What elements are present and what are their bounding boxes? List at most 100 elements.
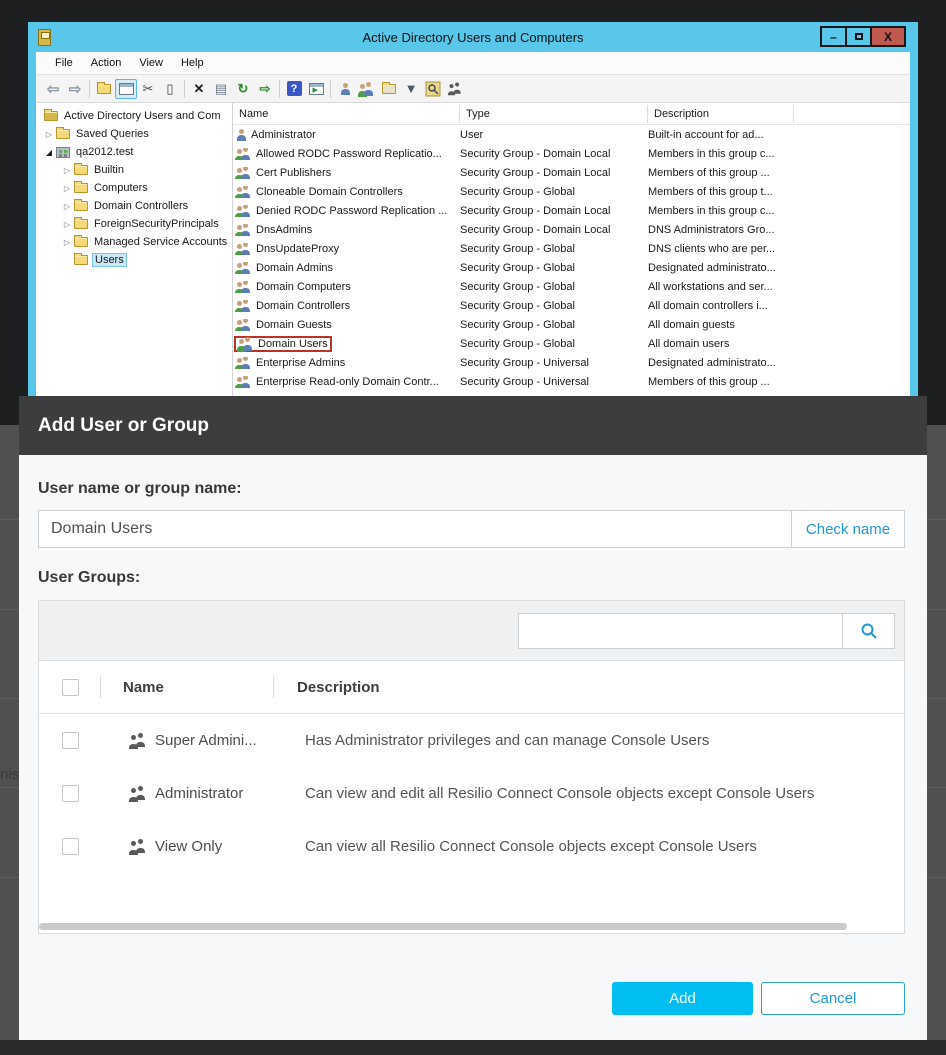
group-row-super-administrator[interactable]: Super Admini... Has Administrator privil… [39,714,904,767]
table-row-domain-users[interactable]: Domain Users Security Group - Global All… [233,334,910,353]
table-row[interactable]: Denied RODC Password Replication ... Sec… [233,201,910,220]
groups-table-header: Name Description [39,661,904,714]
group-icon [130,734,147,747]
find-icon[interactable] [422,79,444,99]
group-glyph [448,83,462,93]
tree-item-domain[interactable]: ◢ qa2012.test [36,143,232,161]
folder-glyph [97,84,111,94]
close-button[interactable]: X [870,26,906,47]
add-user-or-group-dialog: Add User or Group User name or group nam… [19,396,927,1040]
search-button[interactable] [842,614,894,648]
show-console-tree-icon[interactable] [115,79,137,99]
row-checkbox[interactable] [62,732,79,749]
folder-icon [56,129,70,139]
table-row[interactable]: Domain Guests Security Group - Global Al… [233,315,910,334]
table-row[interactable]: Domain Admins Security Group - Global De… [233,258,910,277]
expander-collapsed-icon[interactable]: ▷ [62,166,72,175]
expander-collapsed-icon[interactable]: ▷ [62,220,72,229]
expander-collapsed-icon[interactable]: ▷ [62,202,72,211]
tree-item-builtin[interactable]: ▷ Builtin [36,161,232,179]
group-icon [236,319,252,331]
delete-icon[interactable]: ✕ [188,79,210,99]
horizontal-scrollbar[interactable] [39,923,847,930]
expander-expanded-icon[interactable]: ◢ [44,148,54,157]
table-row[interactable]: Allowed RODC Password Replicatio... Secu… [233,144,910,163]
group-icon [130,787,147,800]
group-icon [236,262,252,274]
toolbar-separator [330,80,331,98]
special-group-icon[interactable] [444,79,466,99]
refresh-icon[interactable]: ↻ [232,79,254,99]
table-row[interactable]: DnsAdmins Security Group - Domain Local … [233,220,910,239]
export-glyph: ⇨ [260,81,271,97]
column-header-description[interactable]: Description [648,105,794,123]
group-icon [236,357,252,369]
tree-item-saved-queries[interactable]: ▷ Saved Queries [36,125,232,143]
check-name-button[interactable]: Check name [791,511,904,547]
search-icon [859,621,879,641]
new-ou-icon[interactable] [378,79,400,99]
maximize-icon [855,33,863,40]
table-row[interactable]: DnsUpdateProxy Security Group - Global D… [233,239,910,258]
group-row-administrator[interactable]: Administrator Can view and edit all Resi… [39,767,904,820]
new-user-icon[interactable] [334,79,356,99]
column-header-type[interactable]: Type [460,105,648,123]
object-list-pane: Name Type Description Administrator User… [233,103,910,401]
folder-icon [74,219,88,229]
tree-item-root[interactable]: Active Directory Users and Com [36,107,232,125]
groups-column-description: Description [274,679,380,696]
tree-item-managed-service-accounts[interactable]: ▷ Managed Service Accounts [36,233,232,251]
table-row[interactable]: Cloneable Domain Controllers Security Gr… [233,182,910,201]
dialog-title: Add User or Group [19,396,927,455]
domain-icon [56,147,70,158]
table-row[interactable]: Administrator User Built-in account for … [233,125,910,144]
tree-item-domain-controllers[interactable]: ▷ Domain Controllers [36,197,232,215]
refresh-glyph: ↻ [238,81,249,97]
search-input[interactable] [519,614,842,648]
up-one-level-icon[interactable] [93,79,115,99]
table-row[interactable]: Cert Publishers Security Group - Domain … [233,163,910,182]
forward-icon[interactable]: ⇨ [64,79,86,99]
tree-item-computers[interactable]: ▷ Computers [36,179,232,197]
menu-file[interactable]: File [46,57,82,69]
cut-icon[interactable]: ✂ [137,79,159,99]
view-pane-icon[interactable] [305,79,327,99]
maximize-button[interactable] [845,26,872,47]
properties-icon[interactable]: ▤ [210,79,232,99]
dialog-actions: Add Cancel [612,982,905,1015]
column-header-name[interactable]: Name [233,105,460,123]
tree-item-users[interactable]: Users [36,251,232,269]
menu-view[interactable]: View [130,57,172,69]
minimize-button[interactable]: – [820,26,847,47]
filter-icon[interactable]: ▼ [400,79,422,99]
select-all-checkbox[interactable] [62,679,79,696]
row-checkbox[interactable] [62,838,79,855]
row-checkbox[interactable] [62,785,79,802]
expander-collapsed-icon[interactable]: ▷ [44,130,54,139]
group-icon [236,167,252,179]
expander-collapsed-icon[interactable]: ▷ [62,184,72,193]
table-row[interactable]: Domain Computers Security Group - Global… [233,277,910,296]
menu-action[interactable]: Action [82,57,131,69]
paste-icon[interactable]: ▯ [159,79,181,99]
new-group-icon[interactable] [356,79,378,99]
window-titlebar[interactable]: Active Directory Users and Computers – X [36,22,910,52]
menu-help[interactable]: Help [172,57,213,69]
back-icon[interactable]: ⇦ [42,79,64,99]
table-row[interactable]: Enterprise Admins Security Group - Unive… [233,353,910,372]
group-row-view-only[interactable]: View Only Can view all Resilio Connect C… [39,820,904,873]
table-row[interactable]: Domain Controllers Security Group - Glob… [233,296,910,315]
groups-panel-toolbar [39,601,904,661]
cancel-button[interactable]: Cancel [761,982,905,1015]
table-row[interactable]: Enterprise Read-only Domain Contr... Sec… [233,372,910,391]
help-icon[interactable]: ? [283,79,305,99]
group-icon [130,840,147,853]
group-icon [236,376,252,388]
tree-item-foreign-security-principals[interactable]: ▷ ForeignSecurityPrincipals [36,215,232,233]
folder-icon [74,183,88,193]
username-input[interactable] [39,511,791,547]
help-glyph: ? [287,81,302,96]
add-button[interactable]: Add [612,982,753,1015]
export-list-icon[interactable]: ⇨ [254,79,276,99]
expander-collapsed-icon[interactable]: ▷ [62,238,72,247]
